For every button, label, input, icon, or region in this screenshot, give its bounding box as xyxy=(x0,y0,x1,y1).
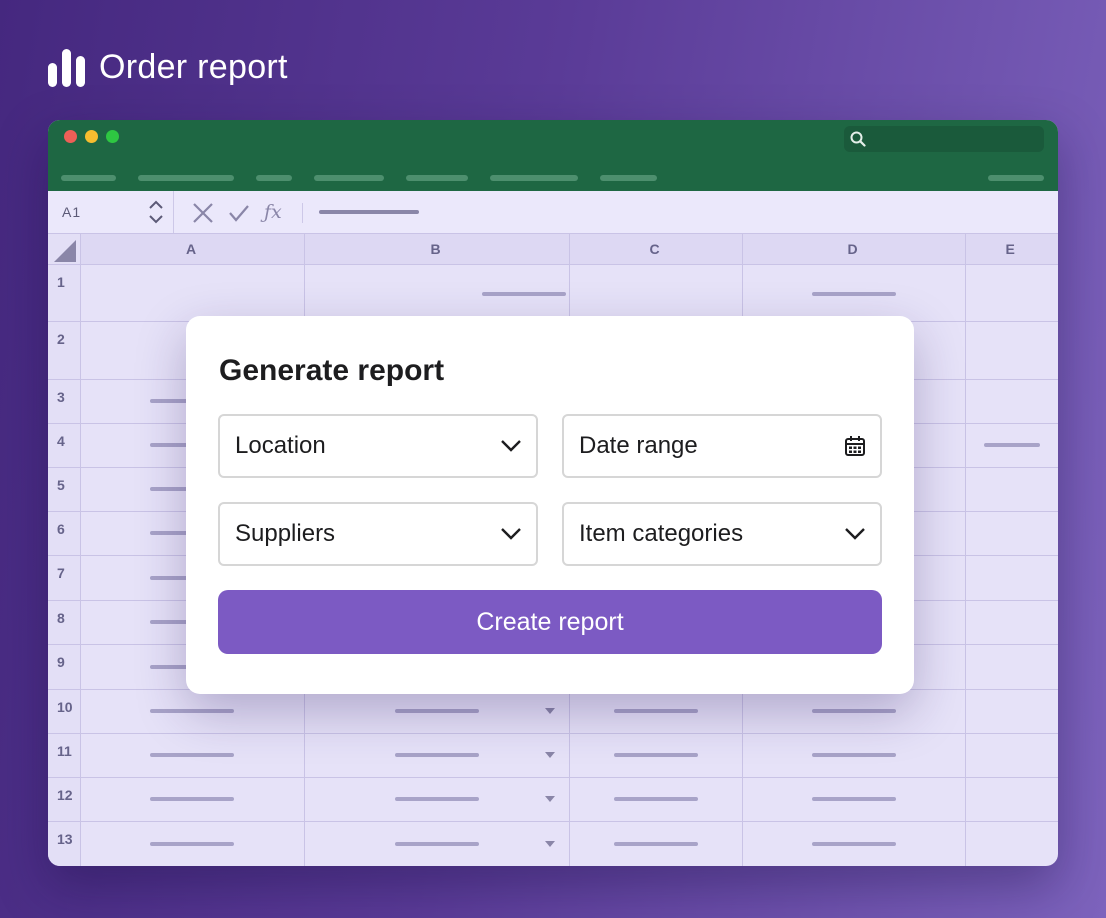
cancel-icon[interactable] xyxy=(192,202,214,224)
minimize-window-button[interactable] xyxy=(85,130,98,143)
create-report-button[interactable]: Create report xyxy=(218,590,882,654)
cell-placeholder xyxy=(614,753,698,757)
calendar-icon[interactable] xyxy=(844,435,866,457)
row-header-7[interactable]: 7 xyxy=(57,565,65,581)
cell-dropdown-icon[interactable] xyxy=(545,752,555,758)
menu-item[interactable] xyxy=(600,175,657,181)
cell-placeholder xyxy=(812,292,896,296)
cell-placeholder xyxy=(812,841,896,846)
row-header-11[interactable]: 11 xyxy=(57,743,72,759)
suppliers-label: Suppliers xyxy=(235,520,336,547)
page-header: Order report xyxy=(48,48,288,87)
menu-item[interactable] xyxy=(988,175,1044,181)
row-header-9[interactable]: 9 xyxy=(57,654,65,670)
menu-item[interactable] xyxy=(61,175,116,181)
grid-line xyxy=(965,234,966,866)
cell-placeholder xyxy=(395,753,479,757)
grid-line xyxy=(48,821,1058,822)
column-header-a[interactable]: A xyxy=(186,241,196,257)
row-header-8[interactable]: 8 xyxy=(57,610,65,626)
cell-placeholder xyxy=(812,797,896,801)
search-icon xyxy=(850,131,866,147)
cell-placeholder xyxy=(395,709,479,713)
cell-placeholder xyxy=(812,709,896,713)
location-dropdown[interactable]: Location xyxy=(218,414,538,478)
row-header-1[interactable]: 1 xyxy=(57,274,65,290)
column-header-row xyxy=(48,234,1058,264)
location-label: Location xyxy=(235,432,326,459)
title-bar xyxy=(48,120,1058,191)
menu-item[interactable] xyxy=(406,175,468,181)
maximize-window-button[interactable] xyxy=(106,130,119,143)
chevron-down-icon xyxy=(501,440,521,452)
suppliers-dropdown[interactable]: Suppliers xyxy=(218,502,538,566)
cell-placeholder xyxy=(150,753,234,757)
cell-stepper-icon[interactable] xyxy=(148,199,164,225)
column-header-b[interactable]: B xyxy=(431,241,441,257)
column-header-c[interactable]: C xyxy=(650,241,660,257)
row-header-10[interactable]: 10 xyxy=(57,699,73,715)
row-header-2[interactable]: 2 xyxy=(57,331,65,347)
row-header-4[interactable]: 4 xyxy=(57,433,65,449)
cell-dropdown-icon[interactable] xyxy=(545,708,555,714)
grid-line xyxy=(48,264,1058,265)
row-header-6[interactable]: 6 xyxy=(57,521,65,537)
bar-chart-icon xyxy=(48,48,85,87)
cell-placeholder xyxy=(150,709,234,713)
cell-placeholder xyxy=(150,797,234,801)
item-categories-dropdown[interactable]: Item categories xyxy=(562,502,882,566)
row-header-5[interactable]: 5 xyxy=(57,477,65,493)
formula-content[interactable] xyxy=(319,210,419,214)
cell-placeholder xyxy=(482,292,566,296)
confirm-icon[interactable] xyxy=(228,203,250,223)
chevron-down-icon xyxy=(845,528,865,540)
cell-placeholder xyxy=(614,709,698,713)
menu-item[interactable] xyxy=(490,175,578,181)
menu-item[interactable] xyxy=(138,175,234,181)
item-categories-label: Item categories xyxy=(579,520,744,547)
row-header-column xyxy=(48,234,80,866)
cell-placeholder xyxy=(614,841,698,846)
row-header-12[interactable]: 12 xyxy=(57,787,73,803)
row-header-3[interactable]: 3 xyxy=(57,389,65,405)
row-header-13[interactable]: 13 xyxy=(57,831,73,847)
cell-placeholder xyxy=(984,443,1040,447)
cell-placeholder xyxy=(395,841,479,846)
cell-placeholder xyxy=(150,841,234,846)
cell-placeholder xyxy=(614,797,698,801)
page-title: Order report xyxy=(99,48,288,86)
close-window-button[interactable] xyxy=(64,130,77,143)
generate-report-dialog: Generate report Location Date range Supp… xyxy=(186,316,914,694)
cell-placeholder xyxy=(395,797,479,801)
column-header-e[interactable]: E xyxy=(1006,241,1015,257)
grid-line xyxy=(48,777,1058,778)
dialog-title: Generate report xyxy=(219,354,445,387)
cell-dropdown-icon[interactable] xyxy=(545,840,555,847)
cell-reference[interactable]: A1 xyxy=(62,204,81,220)
cell-placeholder xyxy=(812,753,896,757)
cell-dropdown-icon[interactable] xyxy=(545,796,555,802)
grid-line xyxy=(80,234,81,866)
function-icon[interactable]: ƒx xyxy=(264,201,282,223)
column-header-d[interactable]: D xyxy=(848,241,858,257)
formula-bar: A1 ƒx xyxy=(48,191,1058,234)
select-all-corner[interactable] xyxy=(54,240,76,262)
menu-item[interactable] xyxy=(256,175,292,181)
menu-item[interactable] xyxy=(314,175,384,181)
grid-line xyxy=(48,733,1058,734)
search-input[interactable] xyxy=(844,126,1044,152)
date-range-label: Date range xyxy=(579,432,698,459)
chevron-down-icon xyxy=(501,528,521,540)
date-range-field[interactable]: Date range xyxy=(562,414,882,478)
